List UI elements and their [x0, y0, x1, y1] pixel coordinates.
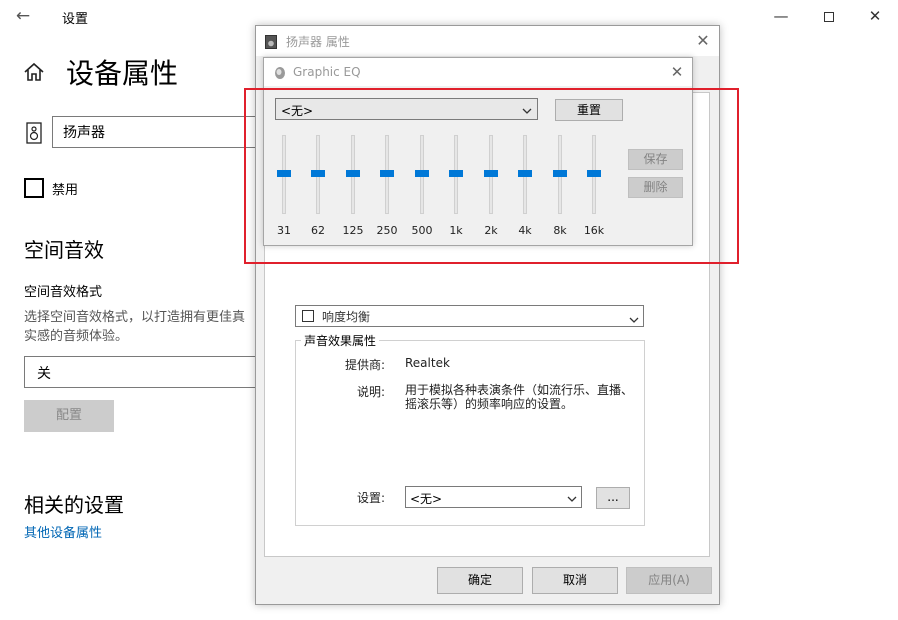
spatial-format-label: 空间音效格式 [24, 285, 103, 300]
provider-label: 提供商: [345, 358, 386, 372]
maximize-icon[interactable] [806, 2, 852, 30]
disable-label: 禁用 [52, 183, 79, 198]
other-device-properties-link[interactable]: 其他设备属性 [24, 522, 102, 541]
spatial-format-select[interactable]: 关 [24, 356, 260, 388]
more-options-button[interactable]: ... [596, 487, 630, 509]
environment-label: 响度均衡 [322, 310, 371, 324]
spatial-section-title: 空间音效 [24, 238, 104, 262]
back-arrow-icon[interactable]: ← [10, 4, 36, 28]
eq-title: Graphic EQ [293, 65, 361, 79]
description-label: 说明: [357, 385, 386, 399]
eq-app-icon [273, 65, 287, 79]
effect-properties-group: 声音效果属性 提供商: Realtek 说明: 用于模拟各种表演条件（如流行乐、… [295, 332, 645, 526]
ok-button[interactable]: 确定 [437, 567, 523, 594]
effect-group-title: 声音效果属性 [301, 332, 380, 349]
device-name-input[interactable]: 扬声器 [52, 116, 272, 148]
highlight-box [244, 88, 739, 264]
close-icon[interactable]: ✕ [666, 61, 688, 83]
chevron-down-icon [629, 310, 639, 323]
environment-checkbox[interactable] [302, 310, 314, 322]
page-title: 设备属性 [66, 57, 179, 90]
cancel-button[interactable]: 取消 [532, 567, 618, 594]
description-value: 用于模拟各种表演条件（如流行乐、直播、摇滚乐等）的频率响应的设置。 [405, 383, 634, 411]
chevron-down-icon [567, 493, 577, 503]
close-icon[interactable]: ✕ [692, 30, 714, 52]
dialog-title: 扬声器 属性 [286, 35, 350, 49]
dialog-titlebar[interactable]: 扬声器 属性 ✕ [256, 26, 719, 56]
disable-checkbox[interactable] [24, 178, 44, 198]
minimize-icon[interactable]: — [758, 2, 804, 30]
settings-label: 设置: [357, 491, 386, 505]
settings-select[interactable]: <无> [405, 486, 582, 508]
home-icon[interactable] [22, 60, 46, 84]
apply-button[interactable]: 应用(A) [626, 567, 712, 594]
speaker-icon [265, 34, 277, 49]
speaker-icon [26, 122, 42, 144]
config-button[interactable]: 配置 [24, 400, 114, 432]
close-icon[interactable]: ✕ [852, 2, 898, 30]
environment-select[interactable]: 响度均衡 [295, 305, 644, 327]
related-settings-title: 相关的设置 [24, 493, 124, 517]
spatial-description: 选择空间音效格式，以打造拥有更佳真实感的音频体验。 [24, 310, 246, 344]
window-title: 设置 [62, 12, 89, 27]
provider-value: Realtek [405, 356, 450, 370]
eq-titlebar[interactable]: Graphic EQ ✕ [264, 58, 692, 86]
settings-select-value: <无> [410, 492, 443, 506]
